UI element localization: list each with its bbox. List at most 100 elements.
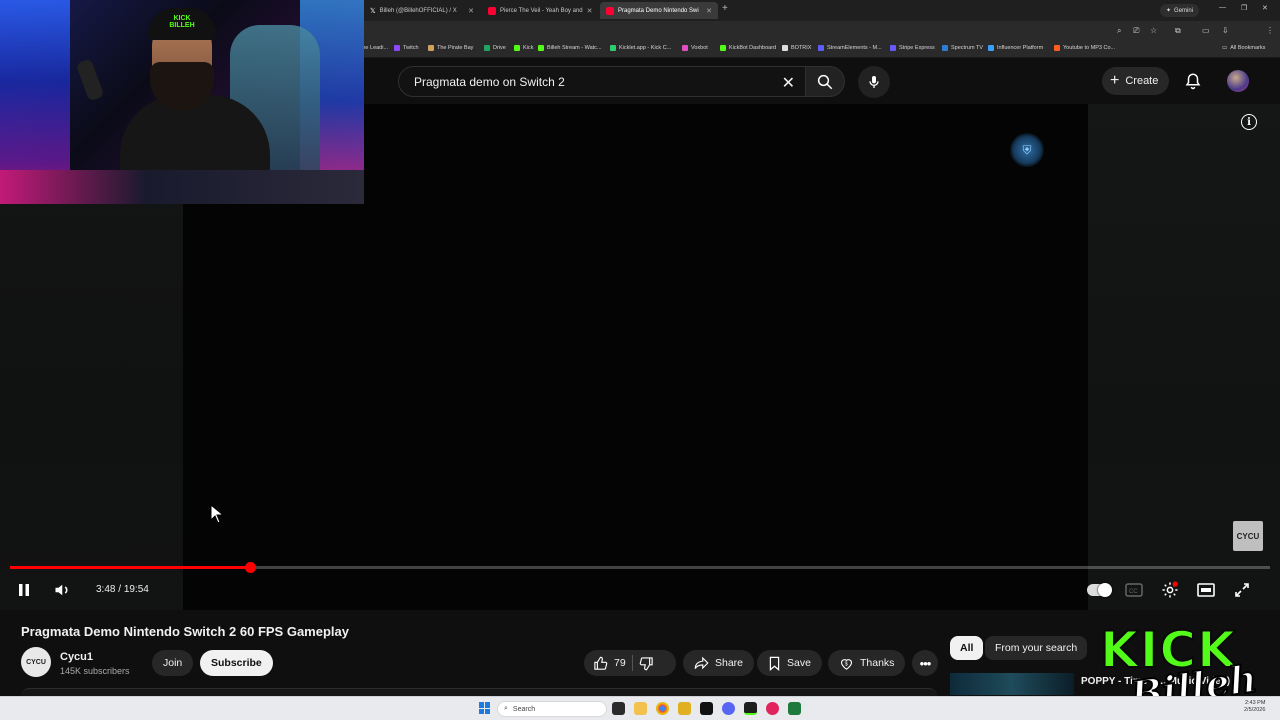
bookmark-item[interactable]: Voxbot <box>682 45 708 51</box>
watermark-text: CYCU <box>1236 531 1260 541</box>
captions-button[interactable]: CC <box>1124 580 1144 600</box>
gemini-button[interactable]: ✦ Gemini <box>1160 4 1200 17</box>
extensions-icon[interactable]: ⧉ <box>1175 26 1181 36</box>
pause-button[interactable] <box>15 580 33 600</box>
like-button[interactable]: 79 <box>584 656 626 671</box>
cast-icon[interactable]: ⎚ <box>1133 26 1139 36</box>
close-tab-icon[interactable]: ✕ <box>587 7 593 15</box>
bookmark-icon <box>769 656 780 671</box>
dislike-button[interactable] <box>639 656 654 671</box>
terminal-icon[interactable] <box>700 702 713 715</box>
chip-from-your-search[interactable]: From your search <box>985 636 1088 660</box>
close-tab-icon[interactable]: ✕ <box>706 7 712 15</box>
play-icon <box>1098 583 1112 597</box>
bookmark-item[interactable]: Spectrum TV <box>942 45 983 51</box>
more-actions-button[interactable]: ••• <box>912 650 938 676</box>
obs-icon[interactable] <box>744 702 757 715</box>
scrubber-handle[interactable] <box>244 562 256 573</box>
chrome-icon[interactable] <box>656 702 669 715</box>
spreadsheet-icon[interactable] <box>788 702 801 715</box>
chip-all[interactable]: All <box>950 636 984 660</box>
thanks-icon: $ <box>840 658 853 670</box>
theater-mode-button[interactable] <box>1196 580 1216 600</box>
settings-button[interactable] <box>1160 580 1180 600</box>
fullscreen-button[interactable] <box>1232 580 1252 600</box>
subscribe-label: Subscribe <box>211 657 262 669</box>
browser-tab[interactable]: 𝕏 Billeh (@BillehOFFICIAL) / X ✕ <box>364 2 480 19</box>
bookmark-favicon-icon <box>514 45 520 51</box>
bookmark-label: Drive <box>493 45 506 51</box>
close-tab-icon[interactable]: ✕ <box>468 7 474 15</box>
clear-search-icon[interactable]: ✕ <box>782 73 795 93</box>
system-clock[interactable]: 2:43 PM 2/5/2026 <box>1244 700 1265 714</box>
subscribe-button[interactable]: Subscribe <box>200 650 273 676</box>
sidepanel-icon[interactable]: ▭ <box>1202 26 1210 35</box>
bookmark-label: StreamElements - M... <box>827 45 882 51</box>
app-icon[interactable] <box>678 702 691 715</box>
minimize-icon[interactable]: — <box>1219 4 1226 11</box>
microphone-icon <box>869 76 879 88</box>
file-explorer-icon[interactable] <box>634 702 647 715</box>
account-avatar[interactable] <box>1227 70 1249 92</box>
tab-label: Pierce The Veil - Yeah Boy and <box>500 7 583 14</box>
channel-watermark[interactable]: CYCU <box>1233 521 1263 551</box>
screen: 𝕏 Billeh (@BillehOFFICIAL) / X ✕ Pierce … <box>0 0 1280 720</box>
bookmark-favicon-icon <box>484 45 490 51</box>
game-logo-icon: ⛨ <box>1010 133 1044 167</box>
progress-bar[interactable] <box>10 562 1270 573</box>
bookmark-item[interactable]: Billeh Stream - Watc... <box>538 45 602 51</box>
browser-tab-active[interactable]: Pragmata Demo Nintendo Swi ✕ <box>600 2 718 19</box>
bookmark-item[interactable]: Stripe Express <box>890 45 935 51</box>
close-window-icon[interactable]: ✕ <box>1262 4 1268 12</box>
star-icon[interactable]: ☆ <box>1150 26 1157 35</box>
bookmark-item[interactable]: StreamElements - M... <box>818 45 882 51</box>
browser-tab[interactable]: Pierce The Veil - Yeah Boy and ✕ <box>482 2 598 19</box>
bookmark-item[interactable]: Drive <box>484 45 506 51</box>
create-button[interactable]: + Create <box>1102 67 1170 95</box>
discord-icon[interactable] <box>722 702 735 715</box>
bookmark-favicon-icon <box>818 45 824 51</box>
x-icon: 𝕏 <box>370 7 376 15</box>
channel-avatar[interactable]: CYCU <box>21 647 51 677</box>
bookmark-item[interactable]: Youtube to MP3 Co... <box>1054 45 1115 51</box>
search-button[interactable] <box>805 66 845 97</box>
progress-played <box>10 566 251 569</box>
task-view-icon[interactable] <box>612 702 625 715</box>
search-input[interactable]: Pragmata demo on Switch 2 ✕ <box>398 66 806 97</box>
channel-avatar-text: CYCU <box>26 658 46 666</box>
bookmark-item[interactable]: Influencer Platform <box>988 45 1043 51</box>
volume-button[interactable] <box>52 580 74 600</box>
pause-icon <box>19 584 29 596</box>
info-icon[interactable]: i <box>1241 114 1257 130</box>
save-button[interactable]: Save <box>757 650 822 676</box>
download-icon[interactable]: ⇩ <box>1222 26 1229 35</box>
bookmark-item[interactable]: BOTRIX <box>782 45 811 51</box>
channel-name[interactable]: Cycu1 <box>60 651 93 663</box>
all-bookmarks-button[interactable]: ▭ All Bookmarks <box>1222 45 1265 51</box>
voice-search-button[interactable] <box>858 66 890 98</box>
subscriber-count: 145K subscribers <box>60 666 130 676</box>
bookmark-label: Spectrum TV <box>951 45 983 51</box>
recommended-thumbnail[interactable] <box>950 673 1074 695</box>
autoplay-toggle[interactable] <box>1087 583 1112 597</box>
windows-start-icon[interactable] <box>479 702 491 714</box>
bookmark-item[interactable]: The Pirate Bay <box>428 45 473 51</box>
bell-icon[interactable] <box>1184 71 1202 91</box>
new-tab-button[interactable]: + <box>722 3 728 14</box>
rgb-desk <box>0 170 364 204</box>
bookmark-item[interactable]: Kicklet.app - Kick C... <box>610 45 671 51</box>
taskbar-search[interactable]: ⌕ Search <box>497 701 607 717</box>
bookmark-favicon-icon <box>538 45 544 51</box>
bookmark-item[interactable]: Twitch <box>394 45 419 51</box>
clock-time: 2:43 PM <box>1244 700 1266 706</box>
join-button[interactable]: Join <box>152 650 194 676</box>
zoom-icon[interactable]: ⌕ <box>1117 26 1121 36</box>
share-button[interactable]: Share <box>683 650 755 676</box>
menu-icon[interactable]: ⋮ <box>1266 26 1274 35</box>
thanks-button[interactable]: $ Thanks <box>828 650 906 676</box>
maximize-icon[interactable]: ❐ <box>1241 4 1247 12</box>
app-icon[interactable] <box>766 702 779 715</box>
bookmark-item[interactable]: Kick <box>514 45 533 51</box>
description-box-edge <box>21 688 937 696</box>
bookmark-item[interactable]: KickBot Dashboard <box>720 45 776 51</box>
